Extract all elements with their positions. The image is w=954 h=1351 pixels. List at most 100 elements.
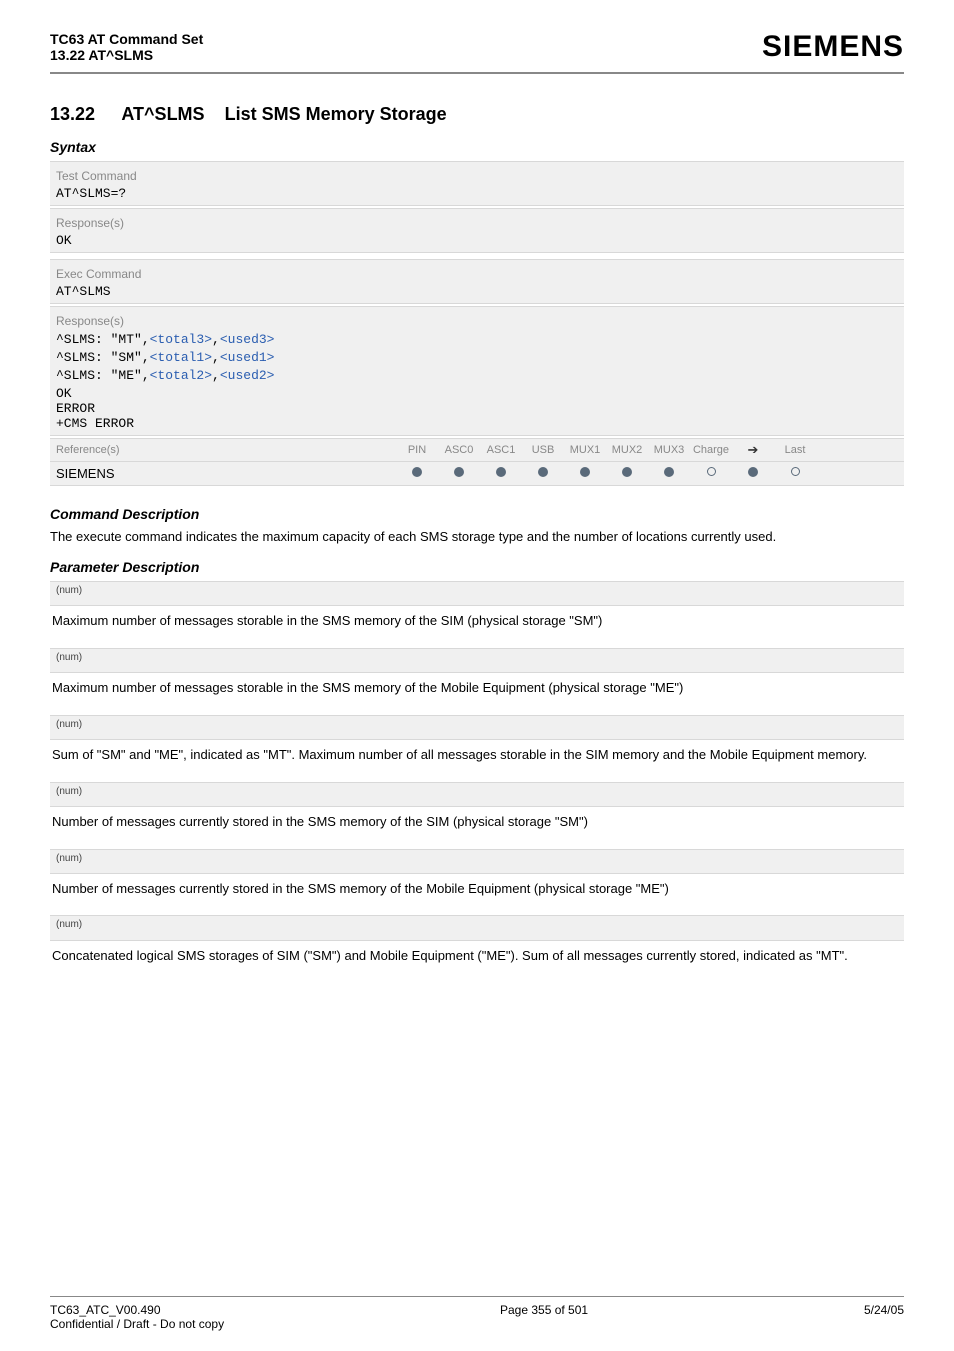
syntax-heading: Syntax bbox=[50, 139, 904, 155]
section-name: List SMS Memory Storage bbox=[225, 104, 447, 124]
param-type: (num) bbox=[56, 919, 82, 930]
col-mux3: MUX3 bbox=[648, 444, 690, 456]
footer-date: 5/24/05 bbox=[864, 1303, 904, 1331]
resp-prefix: ^SLMS: "ME", bbox=[56, 368, 150, 383]
param-header: (num) bbox=[50, 581, 904, 606]
dot-asc1 bbox=[480, 467, 522, 480]
resp-param: <used3> bbox=[220, 332, 275, 347]
exec-response-error: ERROR bbox=[56, 401, 898, 416]
dot-usb bbox=[522, 467, 564, 480]
resp-comma: , bbox=[212, 350, 220, 365]
brand-logo: SIEMENS bbox=[762, 30, 904, 64]
footer-left: TC63_ATC_V00.490 Confidential / Draft - … bbox=[50, 1303, 224, 1331]
param-description: Sum of "SM" and "ME", indicated as "MT".… bbox=[50, 740, 904, 776]
dot-last bbox=[774, 467, 816, 479]
param-description: Number of messages currently stored in t… bbox=[50, 874, 904, 910]
dot-mux3 bbox=[648, 467, 690, 480]
filled-dot-icon bbox=[538, 467, 548, 477]
filled-dot-icon bbox=[664, 467, 674, 477]
doc-title: TC63 AT Command Set bbox=[50, 31, 203, 47]
test-response-ok: OK bbox=[56, 233, 898, 248]
param-header: (num) bbox=[50, 782, 904, 807]
page-footer: TC63_ATC_V00.490 Confidential / Draft - … bbox=[50, 1296, 904, 1331]
empty-dot-icon bbox=[791, 467, 800, 476]
param-description: Maximum number of messages storable in t… bbox=[50, 606, 904, 642]
param-header: (num) bbox=[50, 849, 904, 874]
filled-dot-icon bbox=[748, 467, 758, 477]
page-header: TC63 AT Command Set 13.22 AT^SLMS SIEMEN… bbox=[50, 30, 904, 74]
section-command: AT^SLMS bbox=[121, 104, 204, 124]
exec-command-box: Exec Command AT^SLMS bbox=[50, 259, 904, 304]
param-header: (num) bbox=[50, 915, 904, 940]
resp-comma: , bbox=[212, 368, 220, 383]
command-description-body: The execute command indicates the maximu… bbox=[50, 528, 904, 546]
resp-param: <used1> bbox=[220, 350, 275, 365]
exec-response-label: Response(s) bbox=[56, 311, 898, 331]
section-number: 13.22 bbox=[50, 104, 95, 125]
col-usb: USB bbox=[522, 444, 564, 456]
param-type: (num) bbox=[56, 786, 82, 797]
filled-dot-icon bbox=[454, 467, 464, 477]
col-arrow-icon: ➔ bbox=[732, 442, 774, 458]
dot-mux1 bbox=[564, 467, 606, 480]
col-mux1: MUX1 bbox=[564, 444, 606, 456]
param-header: (num) bbox=[50, 648, 904, 673]
resp-param: <total2> bbox=[150, 368, 212, 383]
dot-charge bbox=[690, 467, 732, 479]
col-last: Last bbox=[774, 444, 816, 456]
exec-command-label: Exec Command bbox=[56, 264, 898, 284]
test-command-label: Test Command bbox=[56, 166, 898, 186]
param-type: (num) bbox=[56, 652, 82, 663]
header-left: TC63 AT Command Set 13.22 AT^SLMS bbox=[50, 31, 203, 63]
param-description: Maximum number of messages storable in t… bbox=[50, 673, 904, 709]
col-charge: Charge bbox=[690, 444, 732, 456]
exec-response-box: Response(s) ^SLMS: "MT",<total3>,<used3>… bbox=[50, 306, 904, 436]
dot-mux2 bbox=[606, 467, 648, 480]
exec-command-text: AT^SLMS bbox=[56, 284, 898, 299]
exec-response-line2: ^SLMS: "SM",<total1>,<used1> bbox=[56, 349, 898, 367]
parameter-description-heading: Parameter Description bbox=[50, 559, 904, 575]
parameters-list: (num) Maximum number of messages storable… bbox=[50, 581, 904, 976]
section-title: 13.22 AT^SLMS List SMS Memory Storage bbox=[50, 104, 904, 125]
test-response-box: Response(s) OK bbox=[50, 208, 904, 253]
exec-response-ok: OK bbox=[56, 386, 898, 401]
footer-page: Page 355 of 501 bbox=[500, 1303, 588, 1331]
col-mux2: MUX2 bbox=[606, 444, 648, 456]
param-type: (num) bbox=[56, 853, 82, 864]
filled-dot-icon bbox=[580, 467, 590, 477]
param-type: (num) bbox=[56, 585, 82, 596]
resp-comma: , bbox=[212, 332, 220, 347]
param-description: Concatenated logical SMS storages of SIM… bbox=[50, 941, 904, 977]
dot-pin bbox=[396, 467, 438, 480]
col-asc1: ASC1 bbox=[480, 444, 522, 456]
resp-prefix: ^SLMS: "SM", bbox=[56, 350, 150, 365]
reference-columns: PIN ASC0 ASC1 USB MUX1 MUX2 MUX3 Charge … bbox=[396, 442, 816, 458]
reference-label: Reference(s) bbox=[56, 444, 396, 456]
col-pin: PIN bbox=[396, 444, 438, 456]
empty-dot-icon bbox=[707, 467, 716, 476]
test-command-box: Test Command AT^SLMS=? bbox=[50, 161, 904, 206]
section-ref: 13.22 AT^SLMS bbox=[50, 47, 203, 63]
command-description-heading: Command Description bbox=[50, 506, 904, 522]
reference-value-row: SIEMENS bbox=[50, 462, 904, 486]
param-header: (num) bbox=[50, 715, 904, 740]
exec-response-cms: +CMS ERROR bbox=[56, 416, 898, 431]
resp-param: <total1> bbox=[150, 350, 212, 365]
param-description: Number of messages currently stored in t… bbox=[50, 807, 904, 843]
resp-param: <used2> bbox=[220, 368, 275, 383]
footer-confidential: Confidential / Draft - Do not copy bbox=[50, 1317, 224, 1331]
exec-response-line3: ^SLMS: "ME",<total2>,<used2> bbox=[56, 367, 898, 385]
resp-prefix: ^SLMS: "MT", bbox=[56, 332, 150, 347]
filled-dot-icon bbox=[622, 467, 632, 477]
param-type: (num) bbox=[56, 719, 82, 730]
dot-arrow bbox=[732, 467, 774, 480]
test-command-text: AT^SLMS=? bbox=[56, 186, 898, 201]
filled-dot-icon bbox=[496, 467, 506, 477]
test-response-label: Response(s) bbox=[56, 213, 898, 233]
footer-version: TC63_ATC_V00.490 bbox=[50, 1303, 161, 1317]
reference-value: SIEMENS bbox=[56, 466, 396, 481]
dot-asc0 bbox=[438, 467, 480, 480]
filled-dot-icon bbox=[412, 467, 422, 477]
resp-param: <total3> bbox=[150, 332, 212, 347]
reference-dots bbox=[396, 467, 816, 480]
